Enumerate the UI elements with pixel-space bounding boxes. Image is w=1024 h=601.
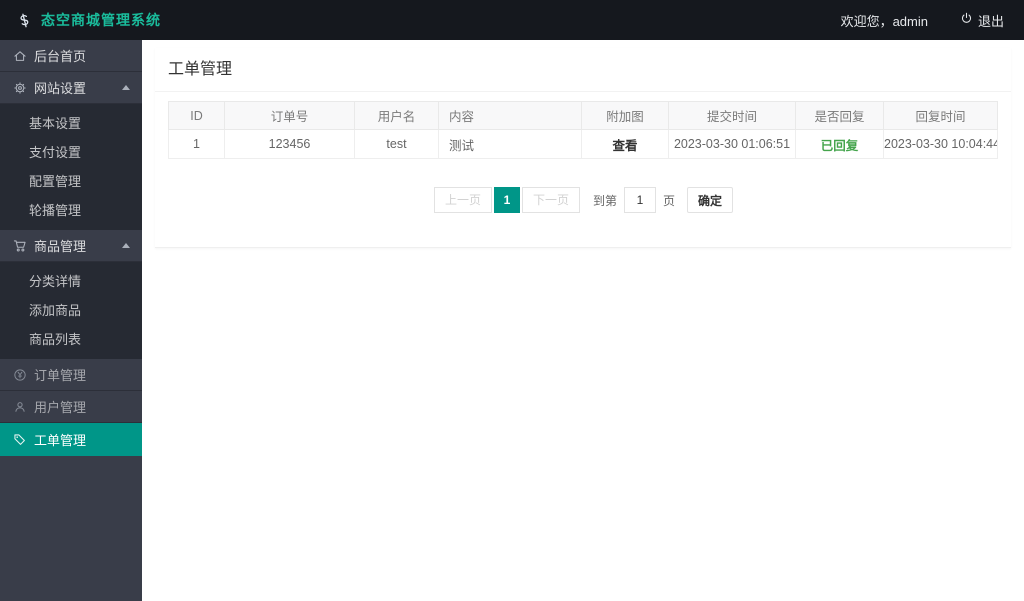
order-icon: [13, 368, 27, 382]
column-header-order_no: 订单号: [224, 101, 355, 130]
main-content: 工单管理 ID 订单号 用户名 内容 附加图 提交时间 是否回复 回复时间 1 123456 tes…: [142, 40, 1024, 601]
sidebar-item-carousel-management[interactable]: 轮播管理: [0, 196, 142, 225]
sidebar-item-label: 工单管理: [34, 433, 87, 448]
table-wrap: ID 订单号 用户名 内容 附加图 提交时间 是否回复 回复时间 1 123456 test 测试 查看…: [155, 92, 1011, 159]
sidebar-item-user-management[interactable]: 用户管理: [0, 391, 142, 423]
cart-icon: [13, 239, 27, 253]
cell-submit_time: 2023-03-30 01:06:51: [668, 129, 796, 159]
submenu-product-management: 分类详情 添加商品 商品列表: [0, 262, 142, 359]
sidebar-item-add-product[interactable]: 添加商品: [0, 296, 142, 325]
column-header-submit_time: 提交时间: [668, 101, 796, 130]
column-header-username: 用户名: [354, 101, 439, 130]
header-right: 欢迎您，admin 退出: [841, 11, 1024, 30]
currency-icon: [15, 11, 33, 29]
sidebar: 后台首页网站设置基本设置 支付设置 配置管理 轮播管理商品管理分类详情 添加商品 商品列表…: [0, 40, 142, 601]
sidebar-item-label: 网站设置: [34, 81, 87, 96]
cell-order_no: 123456: [224, 129, 355, 159]
sidebar-item-ticket-management[interactable]: 工单管理: [0, 423, 142, 456]
sidebar-item-dashboard[interactable]: 后台首页: [0, 40, 142, 72]
logout-label: 退出: [977, 13, 1004, 29]
cell-username: test: [354, 129, 439, 159]
app-logo[interactable]: 态空商城管理系统: [0, 10, 161, 30]
submenu-site-settings: 基本设置 支付设置 配置管理 轮播管理: [0, 104, 142, 230]
sidebar-item-payment-settings[interactable]: 支付设置: [0, 138, 142, 167]
sidebar-item-category-details[interactable]: 分类详情: [0, 267, 142, 296]
cell-attachment[interactable]: 查看: [581, 129, 669, 159]
confirm-button[interactable]: 确定: [687, 187, 734, 213]
sidebar-item-product-list[interactable]: 商品列表: [0, 325, 142, 354]
tag-icon: [13, 433, 27, 447]
goto-page-input[interactable]: [624, 187, 656, 213]
prev-page-button[interactable]: 上一页: [433, 187, 492, 213]
sidebar-item-label: 后台首页: [34, 49, 87, 64]
user-icon: [13, 400, 27, 414]
logout-button[interactable]: 退出: [960, 11, 1004, 30]
next-page-button[interactable]: 下一页: [521, 187, 580, 213]
top-header: 态空商城管理系统 欢迎您，admin 退出: [0, 0, 1024, 40]
sidebar-item-label: 订单管理: [34, 368, 87, 383]
content-card: 工单管理 ID 订单号 用户名 内容 附加图 提交时间 是否回复 回复时间 1 123456 tes…: [155, 48, 1011, 248]
table-row: 1 123456 test 测试 查看 2023-03-30 01:06:51 已回复 202…: [168, 129, 998, 159]
current-page-button[interactable]: 1: [493, 187, 520, 213]
column-header-attachment: 附加图: [581, 101, 669, 130]
cell-reply_status: 已回复: [795, 129, 884, 159]
welcome-text: 欢迎您，admin: [840, 13, 928, 29]
cell-reply_time: 2023-03-30 10:04:44: [883, 129, 998, 159]
goto-page-label: 到第: [592, 193, 617, 208]
pagination: 上一页 1 下一页 到第 页 确定: [155, 187, 1011, 213]
cell-id: 1: [168, 129, 225, 159]
app-title: 态空商城管理系统: [41, 12, 161, 28]
cell-content: 测试: [438, 129, 582, 159]
chevron-up-icon: [122, 243, 130, 248]
tickets-table: ID 订单号 用户名 内容 附加图 提交时间 是否回复 回复时间 1 123456 test 测试 查看…: [168, 101, 998, 159]
page-unit-label: 页: [663, 193, 676, 208]
column-header-content: 内容: [438, 101, 582, 130]
power-icon: [960, 12, 973, 28]
sidebar-item-basic-settings[interactable]: 基本设置: [0, 109, 142, 138]
sidebar-item-product-management[interactable]: 商品管理: [0, 230, 142, 262]
gear-icon: [13, 81, 27, 95]
sidebar-item-config-management[interactable]: 配置管理: [0, 167, 142, 196]
column-header-id: ID: [168, 101, 225, 130]
sidebar-item-site-settings[interactable]: 网站设置: [0, 72, 142, 104]
home-icon: [13, 49, 27, 63]
column-header-reply_status: 是否回复: [795, 101, 884, 130]
chevron-up-icon: [122, 85, 130, 90]
sidebar-item-label: 商品管理: [34, 239, 87, 254]
page-title: 工单管理: [155, 48, 1011, 92]
column-header-reply_time: 回复时间: [883, 101, 998, 130]
table-header-row: ID 订单号 用户名 内容 附加图 提交时间 是否回复 回复时间: [168, 101, 998, 130]
sidebar-item-order-management[interactable]: 订单管理: [0, 359, 142, 391]
sidebar-item-label: 用户管理: [34, 400, 87, 415]
